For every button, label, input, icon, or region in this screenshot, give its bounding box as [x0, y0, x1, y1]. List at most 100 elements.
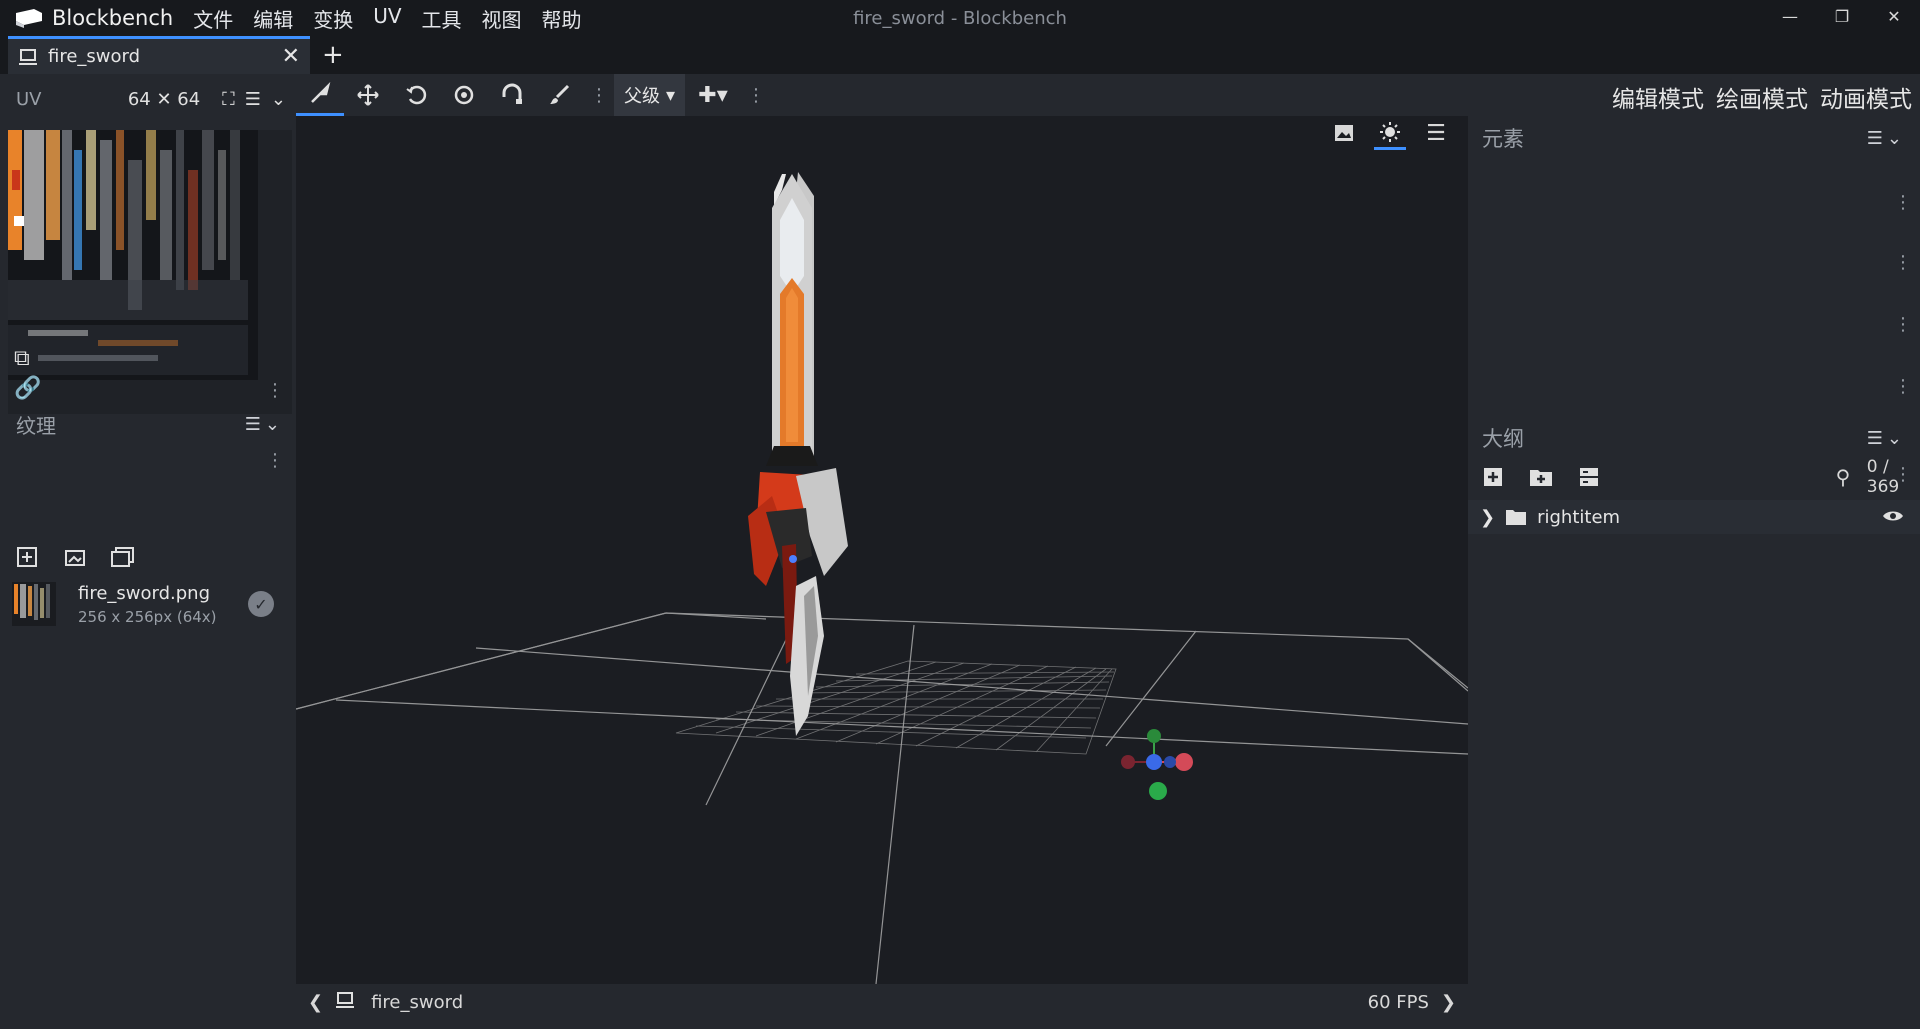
- mode-paint[interactable]: 绘画模式: [1716, 80, 1808, 119]
- texture-name: fire_sword.png: [78, 582, 211, 604]
- texture-actions: [12, 544, 138, 570]
- add-cube-icon[interactable]: [1480, 464, 1506, 490]
- texture-used-check-icon: ✓: [248, 591, 274, 617]
- elements-more-icon-3[interactable]: ⋮: [1894, 314, 1912, 335]
- close-tab-icon[interactable]: ✕: [282, 44, 300, 69]
- rotate-tool-button[interactable]: [392, 74, 440, 116]
- title-bar: Blockbench 文件 编辑 变换 UV 工具 视图 帮助 fire_swo…: [0, 0, 1920, 36]
- close-window-button[interactable]: ✕: [1868, 0, 1920, 36]
- chevron-right-icon[interactable]: ❯: [1441, 992, 1468, 1013]
- tab-bar: fire_sword ✕ +: [0, 36, 1920, 74]
- outliner-title: 大纲: [1482, 427, 1524, 451]
- outliner-collapse-icon[interactable]: ☰⌄: [1867, 428, 1906, 449]
- chevron-down-icon[interactable]: ⌄: [271, 89, 286, 110]
- panel-menu-icon[interactable]: ☰: [245, 89, 261, 110]
- more-options-icon[interactable]: ⋮: [260, 380, 290, 401]
- viewport-menu-icon[interactable]: ☰: [1420, 116, 1452, 150]
- texture-item[interactable]: fire_sword.png 256 x 256px (64x) ✓: [0, 574, 296, 634]
- right-sidebar: 元素 ☰⌄ ⋮ ⋮ ⋮ ⋮ 大纲 ☰⌄ ⚲ 0 / 369 ⋮ ❯ righti…: [1468, 116, 1920, 1020]
- tab-label: fire_sword: [48, 46, 141, 67]
- axis-gizmo: [1121, 729, 1193, 800]
- viewport-controls: ☰: [1328, 116, 1452, 150]
- texture-thumbnail: [12, 582, 56, 626]
- outliner-item-rightitem[interactable]: ❯ rightitem: [1468, 500, 1920, 534]
- transform-space-select[interactable]: 父级 ▾: [614, 74, 686, 116]
- elements-title: 元素: [1482, 127, 1524, 151]
- app-name: Blockbench: [52, 6, 174, 30]
- menu-uv[interactable]: UV: [363, 4, 411, 33]
- import-texture-icon[interactable]: [12, 544, 42, 570]
- fps-counter: 60 FPS: [1367, 991, 1429, 1013]
- add-group-icon[interactable]: [1528, 464, 1554, 490]
- menu-edit[interactable]: 编辑: [243, 4, 303, 33]
- mode-edit[interactable]: 编辑模式: [1612, 80, 1704, 119]
- elements-more-icon-1[interactable]: ⋮: [1894, 192, 1912, 213]
- brush-cursor-icon: [311, 81, 331, 103]
- texture-more-icon[interactable]: ⋮: [260, 450, 290, 471]
- grid-snap-icon: ✚▾: [698, 82, 728, 108]
- bottom-strip: [0, 1020, 1920, 1029]
- menu-view[interactable]: 视图: [472, 4, 532, 33]
- link-icon[interactable]: 🔗: [14, 376, 42, 404]
- window-controls: — ❐ ✕: [1764, 0, 1920, 36]
- blockbench-logo-icon: [16, 9, 42, 28]
- uv-title: UV: [16, 88, 42, 110]
- panel-collapse-icon[interactable]: ☰⌄: [245, 414, 284, 435]
- vertex-snap-button[interactable]: [488, 74, 536, 116]
- uv-editor-canvas[interactable]: [8, 130, 292, 414]
- caret-down-icon: ▾: [666, 84, 676, 106]
- tab-fire-sword[interactable]: fire_sword ✕: [8, 36, 310, 74]
- collapse-all-icon[interactable]: [1576, 464, 1602, 490]
- floor-grid: [296, 612, 1468, 984]
- menu-bar: 文件 编辑 变换 UV 工具 视图 帮助: [183, 4, 591, 33]
- elements-more-icon-4[interactable]: ⋮: [1894, 376, 1912, 397]
- toolbar-more-icon-2[interactable]: ⋮: [741, 85, 771, 106]
- outliner-more-icon[interactable]: ⋮: [1894, 464, 1912, 485]
- pivot-icon: [454, 85, 474, 105]
- outliner-count: 0 / 369: [1866, 457, 1900, 497]
- main-toolbar: ⋮ 父级 ▾ ✚▾ ⋮ 编辑模式 绘画模式 动画模式: [296, 74, 1920, 119]
- chevron-left-icon[interactable]: ❮: [296, 992, 335, 1013]
- center-grid: [675, 660, 1117, 755]
- left-sidebar: UV 64 ✕ 64 ⛶ ☰ ⌄ ⧉ 🔗 ⋮ 纹理 ☰⌄ ⋮ fire_swor…: [0, 74, 296, 1020]
- menu-tools[interactable]: 工具: [412, 4, 472, 33]
- transform-space-value: 父级: [624, 86, 660, 107]
- new-tab-button[interactable]: +: [310, 36, 356, 74]
- outliner-item-label: rightitem: [1537, 506, 1621, 528]
- scene-canvas: [296, 172, 1468, 984]
- fullscreen-icon[interactable]: ⛶: [222, 89, 235, 110]
- texture-gallery-icon[interactable]: [108, 544, 138, 570]
- uv-panel-header: UV 64 ✕ 64 ⛶ ☰ ⌄: [0, 74, 296, 124]
- status-bar: ❮ fire_sword 60 FPS ❯: [296, 984, 1468, 1020]
- translate-tool-button[interactable]: [344, 74, 392, 116]
- snap-options-button[interactable]: ✚▾: [685, 74, 741, 116]
- elements-collapse-icon[interactable]: ☰⌄: [1867, 128, 1906, 149]
- 3d-viewport[interactable]: ☰: [296, 116, 1468, 984]
- menu-file[interactable]: 文件: [183, 4, 243, 33]
- paint-brush-button[interactable]: [536, 74, 584, 116]
- copy-icon[interactable]: ⧉: [14, 346, 42, 374]
- toolbar-more-icon[interactable]: ⋮: [584, 85, 614, 106]
- uv-size[interactable]: 64 ✕ 64: [128, 89, 200, 110]
- screenshot-icon[interactable]: [1328, 116, 1360, 150]
- model-format-icon: [335, 991, 371, 1014]
- menu-transform[interactable]: 变换: [303, 4, 363, 33]
- restore-button[interactable]: ❐: [1816, 0, 1868, 36]
- elements-panel-header: 元素 ☰⌄: [1468, 116, 1920, 160]
- minimize-button[interactable]: —: [1764, 0, 1816, 36]
- pivot-tool-button[interactable]: [440, 74, 488, 116]
- elements-more-icon-2[interactable]: ⋮: [1894, 252, 1912, 273]
- menu-help[interactable]: 帮助: [532, 4, 592, 33]
- create-texture-icon[interactable]: [60, 544, 90, 570]
- texture-info: 256 x 256px (64x): [78, 607, 217, 626]
- expand-arrow-icon[interactable]: ❯: [1480, 507, 1495, 528]
- outliner-toolbar: ⚲ 0 / 369: [1468, 457, 1920, 497]
- sword-model: [748, 172, 848, 736]
- move-tool-button[interactable]: [296, 74, 344, 116]
- visibility-eye-icon[interactable]: [1882, 507, 1904, 528]
- move-arrows-icon: [357, 84, 379, 106]
- lighting-toggle-icon[interactable]: [1374, 116, 1406, 150]
- magnet-icon: [502, 83, 522, 104]
- search-icon[interactable]: ⚲: [1830, 464, 1856, 490]
- mode-animate[interactable]: 动画模式: [1820, 80, 1912, 119]
